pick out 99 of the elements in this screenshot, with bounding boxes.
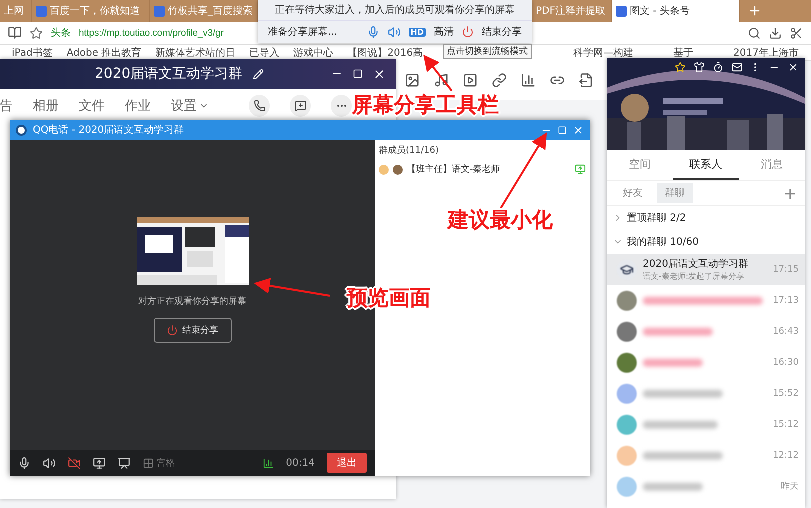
phone-icon [254, 100, 266, 112]
bookmark-link[interactable]: 游戏中心 [294, 46, 334, 60]
group-tab[interactable]: 作业 [125, 97, 151, 115]
chat-time: 12:12 [773, 450, 799, 460]
chat-plus-icon [294, 100, 306, 112]
microphone-icon[interactable] [18, 456, 31, 470]
video-icon[interactable] [463, 72, 478, 88]
annotation-label: 屏幕分享工具栏 [352, 93, 499, 118]
signal-icon [263, 458, 274, 468]
panel-tab[interactable]: 消息 [739, 150, 805, 180]
penguin-icon [16, 124, 27, 136]
link-icon[interactable] [492, 72, 507, 88]
bookmark-link[interactable]: 已导入 [250, 46, 280, 60]
sub-tab[interactable]: 好友 [615, 183, 651, 203]
favicon-icon [36, 6, 47, 16]
timer-icon[interactable] [712, 62, 724, 73]
maximize-button[interactable] [353, 69, 363, 79]
tooltip: 点击切换到流畅模式 [443, 44, 532, 59]
chat-item[interactable]: 昨天 [607, 471, 805, 502]
avatar [393, 164, 403, 174]
presentation-icon[interactable] [118, 456, 131, 470]
grid-view-button[interactable]: 宫格 [143, 456, 175, 470]
image-icon[interactable] [405, 72, 420, 88]
chat-name: 2020届语文互动学习群 [643, 258, 750, 271]
bookmark-link[interactable]: 新媒体艺术站的日 [156, 46, 236, 60]
member-name: 【班主任】语文-秦老师 [407, 164, 502, 176]
sub-tab[interactable]: 群聊 [657, 183, 693, 203]
screen-share-icon[interactable] [93, 456, 106, 470]
search-icon[interactable] [748, 26, 761, 40]
share-state: 准备分享屏幕... [268, 26, 338, 39]
member-icon [379, 164, 389, 174]
panel-tab[interactable]: 联系人 [673, 150, 739, 180]
close-button[interactable] [788, 62, 800, 73]
end-share-button[interactable]: 结束分享 [154, 318, 232, 343]
chat-preview: 语文-秦老师:发起了屏幕分享 [643, 271, 746, 282]
star-icon[interactable] [675, 62, 686, 73]
bookmark-link[interactable]: 2017年上海市 [734, 46, 799, 60]
address-field[interactable]: https://mp.toutiao.com/profile_v3/gr [79, 28, 224, 38]
file-icon[interactable] [579, 72, 594, 88]
exit-button[interactable]: 退出 [327, 453, 367, 473]
power-icon [166, 325, 178, 336]
chat-time: 16:30 [773, 358, 799, 368]
scissors-icon[interactable] [790, 26, 803, 40]
chat-time: 15:12 [773, 420, 799, 430]
bookmark-link[interactable]: iPad书签 [12, 46, 53, 60]
mail-icon[interactable] [732, 62, 742, 73]
new-tab-button[interactable] [748, 4, 762, 18]
group-folder[interactable]: 置顶群聊 2/2 [607, 206, 805, 230]
chat-time: 15:52 [773, 388, 799, 398]
preview-caption: 对方正在观看你分享的屏幕 [138, 296, 246, 308]
chat-item[interactable]: 12:12 [607, 440, 805, 471]
hd-badge: HD [408, 28, 426, 36]
chat-time: 17:15 [773, 264, 799, 274]
bookmark-link[interactable]: 科学网—构建 [574, 46, 634, 60]
phone-button[interactable] [249, 95, 270, 117]
chat-item[interactable]: 2020届语文互动学习群 语文-秦老师:发起了屏幕分享 17:15 [607, 254, 805, 285]
bookmark-link[interactable]: Adobe 推出教育 [66, 46, 142, 60]
chat-time: 17:13 [773, 296, 799, 306]
window-title: QQ电话 - 2020届语文互动学习群 [33, 124, 184, 137]
bookmark-star-icon[interactable] [30, 26, 43, 40]
edit-icon[interactable] [252, 68, 264, 80]
favicon-icon [616, 6, 627, 16]
download-icon[interactable] [769, 26, 782, 40]
group-folder[interactable]: 我的群聊 10/60 [607, 230, 805, 254]
quality-button[interactable]: 高清 [434, 25, 454, 39]
window-title: 2020届语文互动学习群 [95, 65, 243, 83]
panel-tab[interactable]: 空间 [607, 150, 673, 180]
blurred-name [643, 482, 703, 490]
group-tab[interactable]: 文件 [79, 97, 105, 115]
members-header: 群成员(11/16) [379, 144, 440, 157]
chart-icon[interactable] [521, 72, 536, 88]
camera-off-icon[interactable] [68, 456, 81, 470]
status-text: 正在等待大家进入，加入后的成员可观看你分享的屏幕 [258, 0, 532, 21]
chat-time: 昨天 [781, 480, 799, 493]
bookmark-link[interactable]: 【图说】2016高 [348, 46, 424, 60]
call-timer: 00:14 [286, 458, 315, 468]
music-icon[interactable] [434, 72, 449, 88]
group-tab[interactable]: 相册 [33, 97, 59, 115]
arrow [424, 54, 453, 92]
bookmark-link[interactable]: 基于 [674, 46, 694, 60]
power-icon[interactable] [462, 26, 474, 38]
site-label: 头条 [51, 26, 71, 40]
add-button[interactable]: + [784, 184, 797, 202]
sharing-icon [575, 164, 586, 175]
group-tab[interactable]: 设置 [171, 97, 209, 115]
blurred-name [643, 328, 713, 336]
blurred-name [643, 358, 703, 366]
annotation-label: 建议最小化 [448, 208, 553, 232]
favicon-icon [154, 6, 165, 16]
chat-button[interactable] [290, 95, 311, 117]
shirt-icon[interactable] [694, 62, 705, 73]
chat-time: 16:43 [773, 326, 799, 336]
speaker-icon[interactable] [43, 456, 56, 470]
browser-tab[interactable]: 图文 - 头条号 [612, 0, 740, 22]
close-button[interactable] [373, 68, 386, 80]
end-share-button[interactable]: 结束分享 [482, 25, 522, 39]
reader-icon[interactable] [8, 26, 22, 40]
grid-icon [143, 458, 154, 468]
group-tab[interactable]: 告 [0, 97, 13, 115]
